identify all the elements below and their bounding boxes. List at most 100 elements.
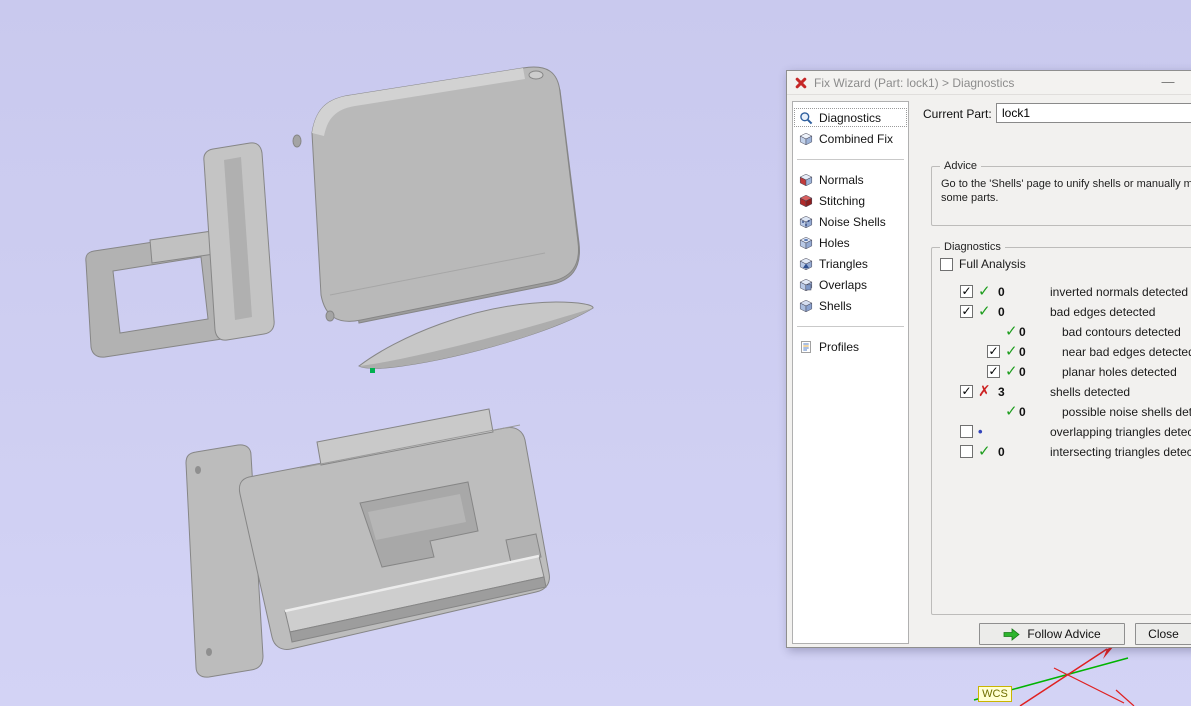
- diag-label: planar holes detected: [1062, 365, 1177, 379]
- sidebar-item-label: Stitching: [819, 193, 866, 208]
- close-button[interactable]: Close: [1135, 623, 1191, 645]
- full-analysis-label: Full Analysis: [959, 257, 1026, 271]
- checkbox-bad-edges[interactable]: ✓: [960, 305, 973, 318]
- model-part-bottom[interactable]: [185, 408, 550, 678]
- fix-wizard-dialog: Fix Wizard (Part: lock1) > Diagnostics —…: [786, 70, 1191, 648]
- diagnostics-group-label: Diagnostics: [940, 241, 1005, 253]
- stitching-icon: [799, 194, 814, 208]
- checkbox-near-bad-edges[interactable]: ✓: [987, 345, 1000, 358]
- diag-row-overlapping-triangles: • overlapping triangles detected: [932, 422, 1191, 442]
- noise-shells-icon: [799, 215, 814, 229]
- wcs-label: WCS: [978, 686, 1012, 702]
- diag-count: 0: [1019, 365, 1026, 379]
- diag-row-shells: ✓ ✗ 3 shells detected: [932, 382, 1191, 402]
- diag-label: bad contours detected: [1062, 325, 1181, 339]
- diag-label: bad edges detected: [1050, 305, 1156, 319]
- magnifier-icon: [799, 111, 814, 125]
- dialog-titlebar[interactable]: Fix Wizard (Part: lock1) > Diagnostics —: [787, 71, 1191, 95]
- status-check-icon: ✓: [978, 443, 991, 460]
- status-dot-icon: •: [978, 424, 983, 439]
- advice-group-label: Advice: [940, 160, 982, 172]
- sidebar-item-combined-fix[interactable]: Combined Fix: [793, 128, 908, 149]
- diag-count: 3: [998, 385, 1005, 399]
- sidebar-item-label: Normals: [819, 172, 864, 187]
- follow-advice-button[interactable]: Follow Advice: [979, 623, 1125, 645]
- selected-vertex-dot[interactable]: [370, 368, 375, 373]
- shells-icon: [799, 299, 814, 313]
- diag-row-bad-contours: ✓ 0 bad contours detected: [932, 322, 1191, 342]
- sidebar-item-stitching[interactable]: Stitching: [793, 190, 908, 211]
- sidebar-item-shells[interactable]: Shells: [793, 295, 908, 316]
- diag-row-possible-noise-shells: ✓0 possible noise shells detected: [932, 402, 1191, 422]
- status-check-icon: ✓: [1005, 363, 1018, 380]
- diag-label: near bad edges detected: [1062, 345, 1191, 359]
- sidebar-item-label: Overlaps: [819, 277, 868, 292]
- overlaps-icon: [799, 278, 814, 292]
- close-label: Close: [1148, 627, 1179, 641]
- diag-label: overlapping triangles detected: [1050, 425, 1191, 439]
- app-cross-icon: [795, 77, 807, 89]
- profiles-icon: [799, 340, 814, 354]
- sidebar-item-label: Profiles: [819, 339, 860, 354]
- diag-count: 0: [998, 285, 1005, 299]
- fix-wizard-sidebar: Diagnostics Combined Fix Normals Stitching N…: [792, 101, 909, 644]
- checkbox-intersecting-triangles[interactable]: [960, 445, 973, 458]
- sidebar-item-label: Noise Shells: [819, 214, 886, 229]
- status-check-icon: ✓: [1005, 403, 1018, 420]
- checkbox-full-analysis[interactable]: [940, 257, 953, 271]
- checkbox-planar-holes[interactable]: ✓: [987, 365, 1000, 378]
- diag-count: 0: [998, 445, 1005, 459]
- sidebar-separator: [797, 159, 904, 160]
- current-part-input[interactable]: [996, 103, 1191, 123]
- holes-icon: [799, 236, 814, 250]
- diag-label: shells detected: [1050, 385, 1131, 399]
- status-check-icon: ✓: [1005, 343, 1018, 360]
- checkbox-inverted-normals[interactable]: ✓: [960, 285, 973, 298]
- diag-count: 0: [1019, 405, 1026, 419]
- sidebar-item-noise-shells[interactable]: Noise Shells: [793, 211, 908, 232]
- sidebar-item-label: Triangles: [819, 256, 868, 271]
- normals-icon: [799, 173, 814, 187]
- diag-row-bad-edges: ✓ ✓ 0 bad edges detected: [932, 302, 1191, 322]
- diag-label: possible noise shells detected: [1062, 405, 1191, 419]
- diag-label: intersecting triangles detected: [1050, 445, 1191, 459]
- status-check-icon: ✓: [978, 283, 991, 300]
- sidebar-item-holes[interactable]: Holes: [793, 232, 908, 253]
- sidebar-item-label: Diagnostics: [819, 110, 882, 125]
- checkbox-shells[interactable]: ✓: [960, 385, 973, 398]
- viewport-3d[interactable]: WCS Fix Wizard (Part: lock1) > Diagnosti…: [0, 0, 1191, 706]
- diag-row-inverted-normals: ✓ ✓ 0 inverted normals detected: [932, 282, 1191, 302]
- dialog-title: Fix Wizard (Part: lock1) > Diagnostics: [814, 75, 1015, 90]
- sidebar-separator: [797, 326, 904, 327]
- diag-row-near-bad-edges: ✓ ✓ 0 near bad edges detected: [932, 342, 1191, 362]
- current-part-label: Current Part:: [923, 107, 992, 121]
- model-part-top[interactable]: [85, 66, 594, 369]
- green-arrow-icon: [1003, 627, 1020, 641]
- diag-label: inverted normals detected: [1050, 285, 1189, 299]
- sidebar-item-diagnostics[interactable]: Diagnostics: [793, 107, 908, 128]
- follow-advice-label: Follow Advice: [1027, 627, 1101, 641]
- advice-text-line2: some parts.: [941, 192, 999, 204]
- advice-group: Advice Go to the 'Shells' page to unify …: [931, 160, 1191, 226]
- sidebar-item-normals[interactable]: Normals: [793, 169, 908, 190]
- minimize-button[interactable]: —: [1153, 72, 1183, 93]
- diag-row-intersecting-triangles: ✓ 0 intersecting triangles detected: [932, 442, 1191, 462]
- sidebar-item-triangles[interactable]: Triangles: [793, 253, 908, 274]
- advice-text-line1: Go to the 'Shells' page to unify shells …: [941, 178, 1191, 190]
- status-check-icon: ✓: [1005, 323, 1018, 340]
- sidebar-item-profiles[interactable]: Profiles: [793, 336, 908, 357]
- checkbox-overlapping-triangles[interactable]: [960, 425, 973, 438]
- diag-count: 0: [1019, 325, 1026, 339]
- diag-count: 0: [998, 305, 1005, 319]
- diagnostic-rows: ✓ ✓ 0 inverted normals detected ✓ ✓ 0 bad edges…: [932, 282, 1191, 462]
- diag-count: 0: [1019, 345, 1026, 359]
- diagnostics-group: Diagnostics Full Analysis ✓ ✓ 0 inverted no…: [931, 241, 1191, 615]
- sidebar-item-overlaps[interactable]: Overlaps: [793, 274, 908, 295]
- diag-row-planar-holes: ✓ ✓ 0 planar holes detected: [932, 362, 1191, 382]
- combined-fix-icon: [799, 132, 814, 146]
- triangles-icon: [799, 257, 814, 271]
- sidebar-item-label: Holes: [819, 235, 850, 250]
- sidebar-item-label: Combined Fix: [819, 131, 894, 146]
- sidebar-item-label: Shells: [819, 298, 852, 313]
- status-cross-icon: ✗: [978, 383, 991, 400]
